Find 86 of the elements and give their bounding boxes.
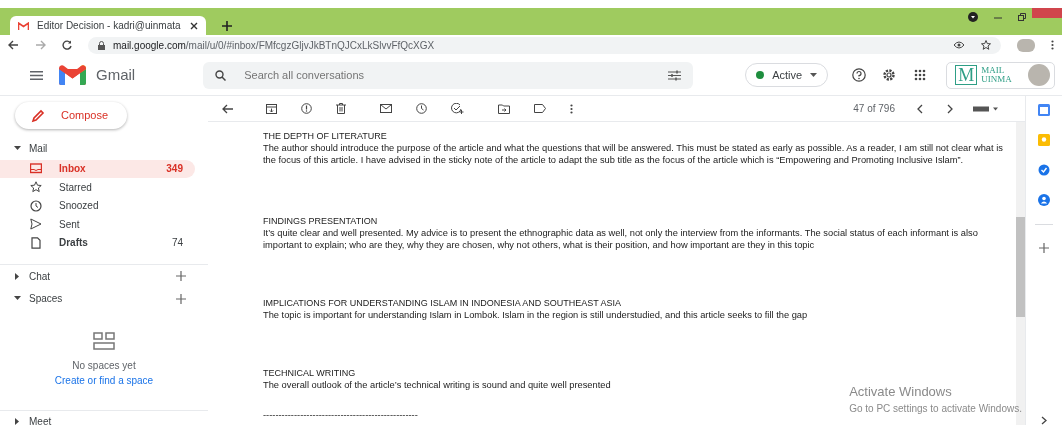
app-name: Gmail bbox=[96, 64, 136, 85]
archive-icon[interactable] bbox=[266, 103, 277, 114]
collapse-arrow-icon[interactable] bbox=[14, 144, 21, 152]
tab-title: Editor Decision - kadri@uinmata bbox=[37, 19, 182, 33]
brand-name: MAIL UINMA bbox=[981, 66, 1012, 84]
mail-logo-icon bbox=[18, 21, 29, 30]
section-heading: IMPLICATIONS FOR UNDERSTANDING ISLAM IN INDONESIA AND SOUTHEAST ASIA bbox=[263, 297, 623, 309]
section-label[interactable]: Meet bbox=[29, 414, 52, 425]
url-text: mail.google.com/mail/u/0/#inbox/FMfcgzGljvJkBTnQJCxLkSlvvFfQcXGX bbox=[113, 38, 435, 53]
close-icon[interactable] bbox=[190, 21, 198, 30]
item-count: 74 bbox=[171, 236, 183, 251]
add-icon[interactable] bbox=[176, 271, 186, 282]
section-text: The author should introduce the purpose of the article and what the questions that will be answered. This must be stated as early as possible. As a reader, I am still not clear what is the focus of this article. I have advised in the sticky note of the article to adapt the sub title as the focus of the article which is “Empowering and Promoting Inclusive Islam”. bbox=[263, 141, 1003, 166]
envelope-icon[interactable] bbox=[380, 104, 392, 113]
section-heading: THE DEPTH OF LITERATURE bbox=[263, 131, 388, 142]
collapse-arrow-icon[interactable] bbox=[14, 295, 21, 302]
section-label[interactable]: Spaces bbox=[29, 291, 63, 306]
section-label[interactable]: Chat bbox=[29, 268, 51, 284]
report-icon[interactable] bbox=[301, 103, 312, 114]
brand-letter: M bbox=[955, 65, 978, 85]
browser-tab[interactable]: Editor Decision - kadri@uinmata bbox=[10, 16, 206, 35]
previous-icon[interactable] bbox=[917, 103, 923, 114]
contacts-icon[interactable] bbox=[1038, 194, 1050, 206]
scrollbar-thumb[interactable] bbox=[1016, 217, 1025, 317]
more-icon[interactable] bbox=[570, 103, 573, 114]
spaces-icon bbox=[93, 331, 115, 350]
nav-item[interactable]: Sent bbox=[0, 215, 195, 234]
add-task-icon[interactable] bbox=[451, 103, 464, 114]
expand-arrow-icon[interactable] bbox=[14, 272, 21, 280]
star-icon[interactable] bbox=[981, 40, 991, 50]
dropdown-icon[interactable] bbox=[968, 12, 978, 22]
status-dot bbox=[756, 71, 765, 79]
document-icon bbox=[30, 236, 42, 249]
lock-icon bbox=[98, 40, 105, 50]
section-heading: FINDINGS PRESENTATION bbox=[263, 215, 379, 227]
nav-item[interactable]: Starred bbox=[0, 178, 195, 197]
section-label[interactable]: Mail bbox=[29, 140, 48, 156]
help-icon[interactable] bbox=[852, 68, 867, 82]
clock-icon bbox=[30, 199, 42, 212]
search-field[interactable]: Search all conversations bbox=[242, 65, 653, 85]
search-icon bbox=[215, 69, 227, 81]
search-bar[interactable]: Search all conversations bbox=[203, 61, 694, 89]
next-icon[interactable] bbox=[947, 103, 953, 114]
section-text: The overall outlook of the article’s technical writing is sound and quite well presented bbox=[263, 378, 612, 391]
section-text: It’s quite clear and well presented. My advice is to present the ethnographic data as well, not only the interview from the informants. The social status of each informant is also important to explain; who are they, why they are chosen, why not others, what is their position, and how important are they in this topic bbox=[263, 226, 979, 251]
caret-icon bbox=[810, 73, 818, 77]
status-button[interactable]: Active bbox=[745, 63, 829, 87]
section-text: The topic is important for understanding Islam in Lombok. Islam in the region is still understudied, and this article seeks to fill the gap bbox=[263, 308, 809, 321]
add-icon[interactable] bbox=[1039, 243, 1049, 253]
expand-icon[interactable] bbox=[1041, 416, 1047, 425]
label-icon[interactable] bbox=[534, 104, 546, 113]
send-icon bbox=[30, 218, 42, 231]
expand-arrow-icon[interactable] bbox=[14, 418, 21, 425]
folder-icon[interactable] bbox=[498, 103, 510, 114]
filter-icon[interactable] bbox=[668, 69, 682, 81]
message-counter: 47 of 796 bbox=[853, 102, 895, 116]
empty-message: No spaces yet bbox=[72, 358, 136, 373]
new-tab-icon[interactable] bbox=[222, 21, 232, 31]
reload-icon[interactable] bbox=[62, 40, 72, 50]
inbox-icon bbox=[30, 162, 42, 175]
activation-notice: Activate Windows Go to PC settings to activate Windows. bbox=[849, 382, 1022, 416]
trash-icon[interactable] bbox=[336, 103, 346, 114]
address-bar[interactable]: mail.google.com/mail/u/0/#inbox/FMfcgzGljvJkBTnQJCxLkSlvvFfQcXGX bbox=[88, 36, 1001, 54]
section-heading: TECHNICAL WRITING bbox=[263, 367, 357, 379]
more-icon[interactable] bbox=[1051, 40, 1054, 50]
item-count: 349 bbox=[166, 162, 183, 177]
nav-item[interactable]: Drafts 74 bbox=[0, 233, 195, 253]
pencil-icon bbox=[31, 108, 45, 123]
keyboard-icon[interactable] bbox=[973, 105, 999, 112]
settings-icon[interactable] bbox=[882, 68, 897, 82]
nav-item[interactable]: Snoozed bbox=[0, 196, 195, 216]
back-icon[interactable] bbox=[222, 103, 234, 114]
clock-icon[interactable] bbox=[416, 103, 427, 114]
back-icon[interactable] bbox=[8, 40, 19, 50]
apps-grid-icon[interactable] bbox=[914, 69, 927, 81]
star-icon bbox=[30, 181, 42, 194]
nav-item[interactable]: Inbox 349 bbox=[0, 159, 195, 179]
restore-icon[interactable] bbox=[1018, 13, 1026, 21]
menu-icon[interactable] bbox=[30, 70, 43, 80]
gmail-logo-icon bbox=[59, 65, 86, 85]
compose-button[interactable]: Compose bbox=[15, 102, 127, 130]
task-check-icon[interactable] bbox=[1038, 164, 1050, 176]
eye-icon[interactable] bbox=[953, 41, 965, 49]
separator-text: -------------------------------------------------- bbox=[263, 408, 418, 421]
add-icon[interactable] bbox=[176, 293, 186, 304]
create-space-link[interactable]: Create or find a space bbox=[54, 372, 154, 388]
